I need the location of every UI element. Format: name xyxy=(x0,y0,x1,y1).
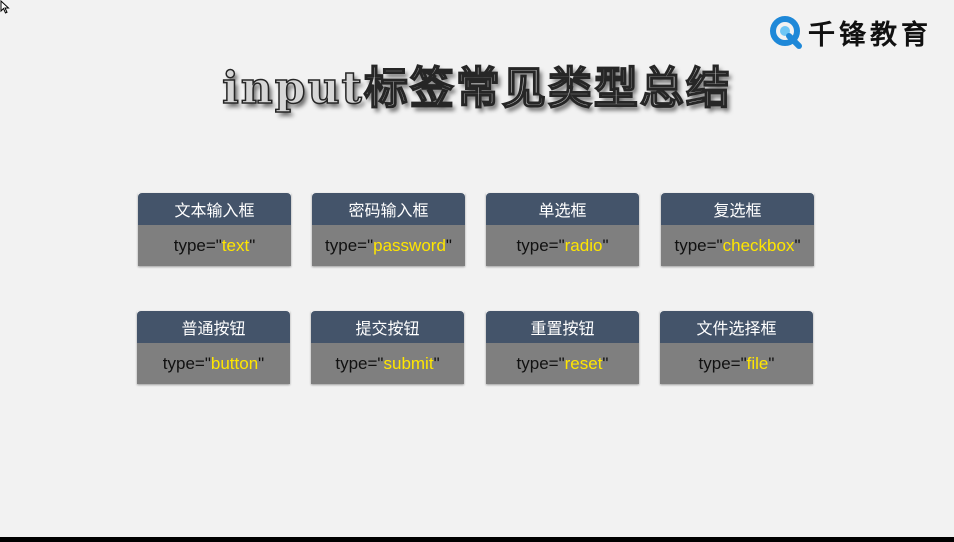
input-type-card-submit: 提交按钮 type=" submit " xyxy=(311,311,464,384)
card-label: 提交按钮 xyxy=(311,311,464,343)
input-type-card-password: 密码输入框 type=" password " xyxy=(312,193,465,266)
card-label: 密码输入框 xyxy=(312,193,465,225)
input-type-card-radio: 单选框 type=" radio " xyxy=(486,193,639,266)
card-label: 文件选择框 xyxy=(660,311,813,343)
card-code: type=" text " xyxy=(138,225,291,266)
card-label: 重置按钮 xyxy=(486,311,639,343)
type-value: button xyxy=(210,353,259,373)
card-label: 普通按钮 xyxy=(137,311,290,343)
page-title: input标签常见类型总结 xyxy=(221,62,732,115)
card-code: type=" submit " xyxy=(311,343,464,384)
type-value: password xyxy=(373,235,446,255)
type-value: checkbox xyxy=(722,235,795,255)
input-type-card-checkbox: 复选框 type=" checkbox " xyxy=(661,193,814,266)
card-code: type=" file " xyxy=(660,343,813,384)
card-code: type=" reset " xyxy=(486,343,639,384)
card-label: 复选框 xyxy=(661,193,814,225)
brand-logo: 千锋教育 xyxy=(768,14,932,51)
type-value: submit xyxy=(383,353,434,373)
type-value: radio xyxy=(564,235,603,255)
input-type-card-reset: 重置按钮 type=" reset " xyxy=(486,311,639,384)
type-value: reset xyxy=(564,353,603,373)
type-value: file xyxy=(746,353,769,373)
input-type-card-button: 普通按钮 type=" button " xyxy=(137,311,290,384)
card-code: type=" checkbox " xyxy=(661,225,814,266)
mouse-cursor-icon xyxy=(0,0,10,14)
input-type-card-text: 文本输入框 type=" text " xyxy=(138,193,291,266)
card-code: type=" button " xyxy=(137,343,290,384)
type-value: text xyxy=(221,235,250,255)
brand-name: 千锋教育 xyxy=(808,19,932,51)
card-label: 文本输入框 xyxy=(138,193,291,225)
qianfeng-q-logo-icon xyxy=(770,16,802,49)
bottom-border xyxy=(0,537,954,542)
card-code: type=" password " xyxy=(312,225,465,266)
card-label: 单选框 xyxy=(486,193,639,225)
card-code: type=" radio " xyxy=(486,225,639,266)
input-type-card-file: 文件选择框 type=" file " xyxy=(660,311,813,384)
